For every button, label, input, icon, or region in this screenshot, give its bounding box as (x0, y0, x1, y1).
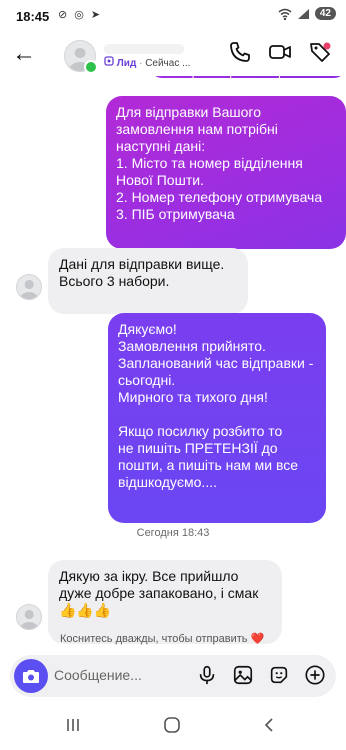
status-bar: 18:45 ⊘ ◎ ➤ 42 (0, 0, 346, 34)
recent-apps-icon[interactable] (64, 716, 82, 734)
header-actions (228, 40, 332, 64)
system-nav-bar (0, 712, 346, 750)
contact-status: Лид · Сейчас ... (104, 56, 190, 69)
notification-icons: ⊘ ◎ ➤ (58, 9, 103, 21)
outgoing-message[interactable]: Дякуємо! Замовлення прийнято. Запланован… (108, 313, 326, 523)
signal-icon (297, 8, 309, 19)
message-input[interactable]: Сообщение... (54, 667, 142, 683)
camera-button[interactable] (14, 659, 48, 693)
heart-emoji: ❤️ (250, 633, 265, 645)
chat-header: ← Лид · Сейчас ... (0, 34, 346, 76)
double-tap-hint: Коснитесь дважды, чтобы отправить ❤️ (60, 632, 264, 645)
phone-icon[interactable] (228, 40, 252, 64)
composer-actions (196, 664, 326, 686)
online-indicator (84, 60, 98, 74)
system-indicators: 42 (278, 7, 336, 20)
battery-indicator: 42 (314, 7, 336, 20)
lead-tag-icon (104, 56, 114, 66)
incoming-message[interactable]: Дані для відправки вище. Всього 3 набори… (48, 248, 248, 314)
sticker-icon[interactable] (268, 664, 290, 686)
video-call-icon[interactable] (268, 40, 292, 64)
gallery-icon[interactable] (232, 664, 254, 686)
contact-name-redacted[interactable] (104, 44, 184, 54)
sender-avatar[interactable] (16, 274, 42, 300)
plus-circle-icon[interactable] (304, 664, 326, 686)
back-arrow-icon[interactable]: ← (12, 40, 36, 68)
message-composer: Сообщение... (10, 655, 336, 697)
camera-icon (23, 670, 39, 683)
home-icon[interactable] (163, 716, 181, 734)
hint-text: Коснитесь дважды, чтобы отправить (60, 633, 248, 645)
lead-label: Лид (116, 58, 137, 69)
message-timestamp: Сегодня 18:43 (136, 527, 210, 539)
back-nav-icon[interactable] (260, 716, 278, 734)
status-separator: · (136, 58, 146, 69)
sender-avatar[interactable] (16, 604, 42, 630)
microphone-icon[interactable] (196, 664, 218, 686)
clock: 18:45 (16, 9, 50, 24)
outgoing-message[interactable]: Для відправки Вашого замовлення нам потр… (106, 96, 346, 249)
wifi-icon (278, 8, 292, 20)
label-tag-icon[interactable] (308, 40, 332, 64)
activity-status: Сейчас ... (145, 58, 191, 69)
